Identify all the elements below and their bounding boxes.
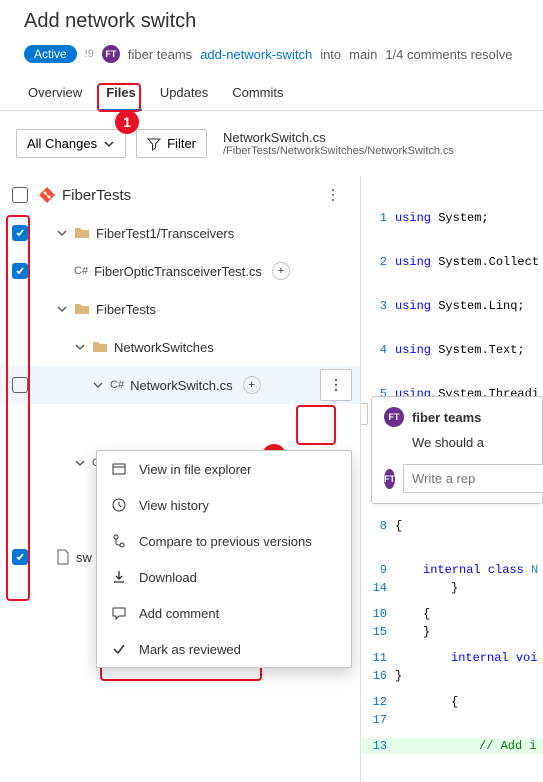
chevron-down-icon[interactable]: [74, 457, 86, 469]
menu-label: Compare to previous versions: [139, 534, 312, 549]
file-menu-button[interactable]: [320, 369, 352, 401]
file-explorer-icon: [111, 461, 127, 477]
menu-label: View in file explorer: [139, 462, 251, 477]
folder-icon: [74, 226, 90, 240]
history-icon: [111, 497, 127, 513]
pr-meta-row: Active !9 FT fiber teams add-network-swi…: [24, 45, 527, 63]
comment-icon: [111, 605, 127, 621]
review-comment-card: FT fiber teams We should a FT: [371, 396, 543, 504]
filter-label: Filter: [167, 136, 196, 151]
menu-add-comment[interactable]: Add comment: [97, 595, 351, 631]
team-name: fiber teams: [128, 47, 192, 62]
more-icon[interactable]: [314, 189, 352, 201]
checkbox-root[interactable]: [12, 187, 28, 203]
folder-label: FiberTest1/Transceivers: [96, 226, 234, 241]
menu-label: Mark as reviewed: [139, 642, 241, 657]
chevron-down-icon[interactable]: [74, 341, 86, 353]
folder-icon: [92, 340, 108, 354]
tree-folder-row[interactable]: FiberTest1/Transceivers: [0, 214, 360, 252]
folder-label: NetworkSwitches: [114, 340, 214, 355]
file-icon: [56, 549, 70, 565]
open-file-name: NetworkSwitch.cs: [223, 130, 454, 145]
chevron-down-icon: [103, 138, 115, 150]
git-icon: [38, 186, 56, 204]
menu-view-explorer[interactable]: View in file explorer: [97, 451, 351, 487]
open-file-info: NetworkSwitch.cs /FiberTests/NetworkSwit…: [223, 130, 454, 157]
reply-input[interactable]: [403, 464, 543, 493]
menu-mark-reviewed[interactable]: Mark as reviewed: [97, 631, 351, 667]
compare-icon: [111, 533, 127, 549]
diff-add-icon: +: [243, 376, 261, 394]
menu-download[interactable]: Download: [97, 559, 351, 595]
page-title: Add network switch: [24, 10, 527, 33]
avatar[interactable]: FT: [384, 407, 404, 427]
diff-add-icon: +: [272, 262, 290, 280]
tree-folder-row[interactable]: NetworkSwitches: [0, 328, 360, 366]
menu-label: View history: [139, 498, 209, 513]
tree-root-row[interactable]: FiberTests: [0, 176, 360, 214]
chevron-down-icon[interactable]: [56, 227, 68, 239]
source-branch[interactable]: add-network-switch: [200, 47, 312, 62]
avatar[interactable]: FT: [102, 45, 120, 63]
callout-box-1: [97, 83, 141, 112]
filter-button[interactable]: Filter: [136, 129, 207, 158]
menu-label: Add comment: [139, 606, 219, 621]
file-label: NetworkSwitch.cs: [130, 378, 233, 393]
filter-icon: [147, 137, 161, 151]
chevron-left-icon: [360, 408, 363, 420]
file-label: FiberOpticTransceiverTest.cs: [94, 264, 262, 279]
callout-box-checkboxes: [6, 215, 30, 601]
avatar[interactable]: FT: [384, 469, 395, 489]
chevron-down-icon[interactable]: [92, 379, 104, 391]
collapse-comment-button[interactable]: [360, 403, 368, 425]
state-pill: Active: [24, 45, 77, 63]
check-icon: [111, 641, 127, 657]
folder-label: FiberTests: [96, 302, 156, 317]
file-context-menu: View in file explorer View history Compa…: [96, 450, 352, 668]
tree-file-row-selected[interactable]: C# NetworkSwitch.cs +: [0, 366, 360, 404]
comment-body: We should a: [412, 435, 532, 450]
open-file-path: /FiberTests/NetworkSwitches/NetworkSwitc…: [223, 145, 454, 157]
download-icon: [111, 569, 127, 585]
callout-box-2: [296, 405, 336, 445]
folder-icon: [74, 302, 90, 316]
file-lang-prefix: C#: [110, 379, 124, 391]
menu-compare[interactable]: Compare to previous versions: [97, 523, 351, 559]
tab-overview[interactable]: Overview: [16, 75, 94, 110]
menu-label: Download: [139, 570, 197, 585]
file-label: sw: [76, 550, 92, 565]
file-lang-prefix: C#: [74, 265, 88, 277]
tab-bar: Overview Files Updates Commits: [0, 75, 543, 111]
all-changes-label: All Changes: [27, 136, 97, 151]
target-branch[interactable]: main: [349, 47, 377, 62]
chevron-down-icon[interactable]: [56, 303, 68, 315]
tab-updates[interactable]: Updates: [148, 75, 220, 110]
into-word: into: [320, 47, 341, 62]
all-changes-dropdown[interactable]: All Changes: [16, 129, 126, 158]
code-viewer-tail: 14} 15} 16} 17: [361, 546, 543, 756]
callout-badge-1: 1: [115, 110, 139, 134]
tab-commits[interactable]: Commits: [220, 75, 295, 110]
vote-indicator: !9: [85, 48, 94, 60]
menu-view-history[interactable]: View history: [97, 487, 351, 523]
tree-root-label: FiberTests: [62, 187, 131, 204]
tree-folder-row[interactable]: FiberTests: [0, 290, 360, 328]
comment-status: 1/4 comments resolve: [385, 47, 512, 62]
comment-author: fiber teams: [412, 410, 481, 425]
tree-file-row[interactable]: C# FiberOpticTransceiverTest.cs +: [0, 252, 360, 290]
